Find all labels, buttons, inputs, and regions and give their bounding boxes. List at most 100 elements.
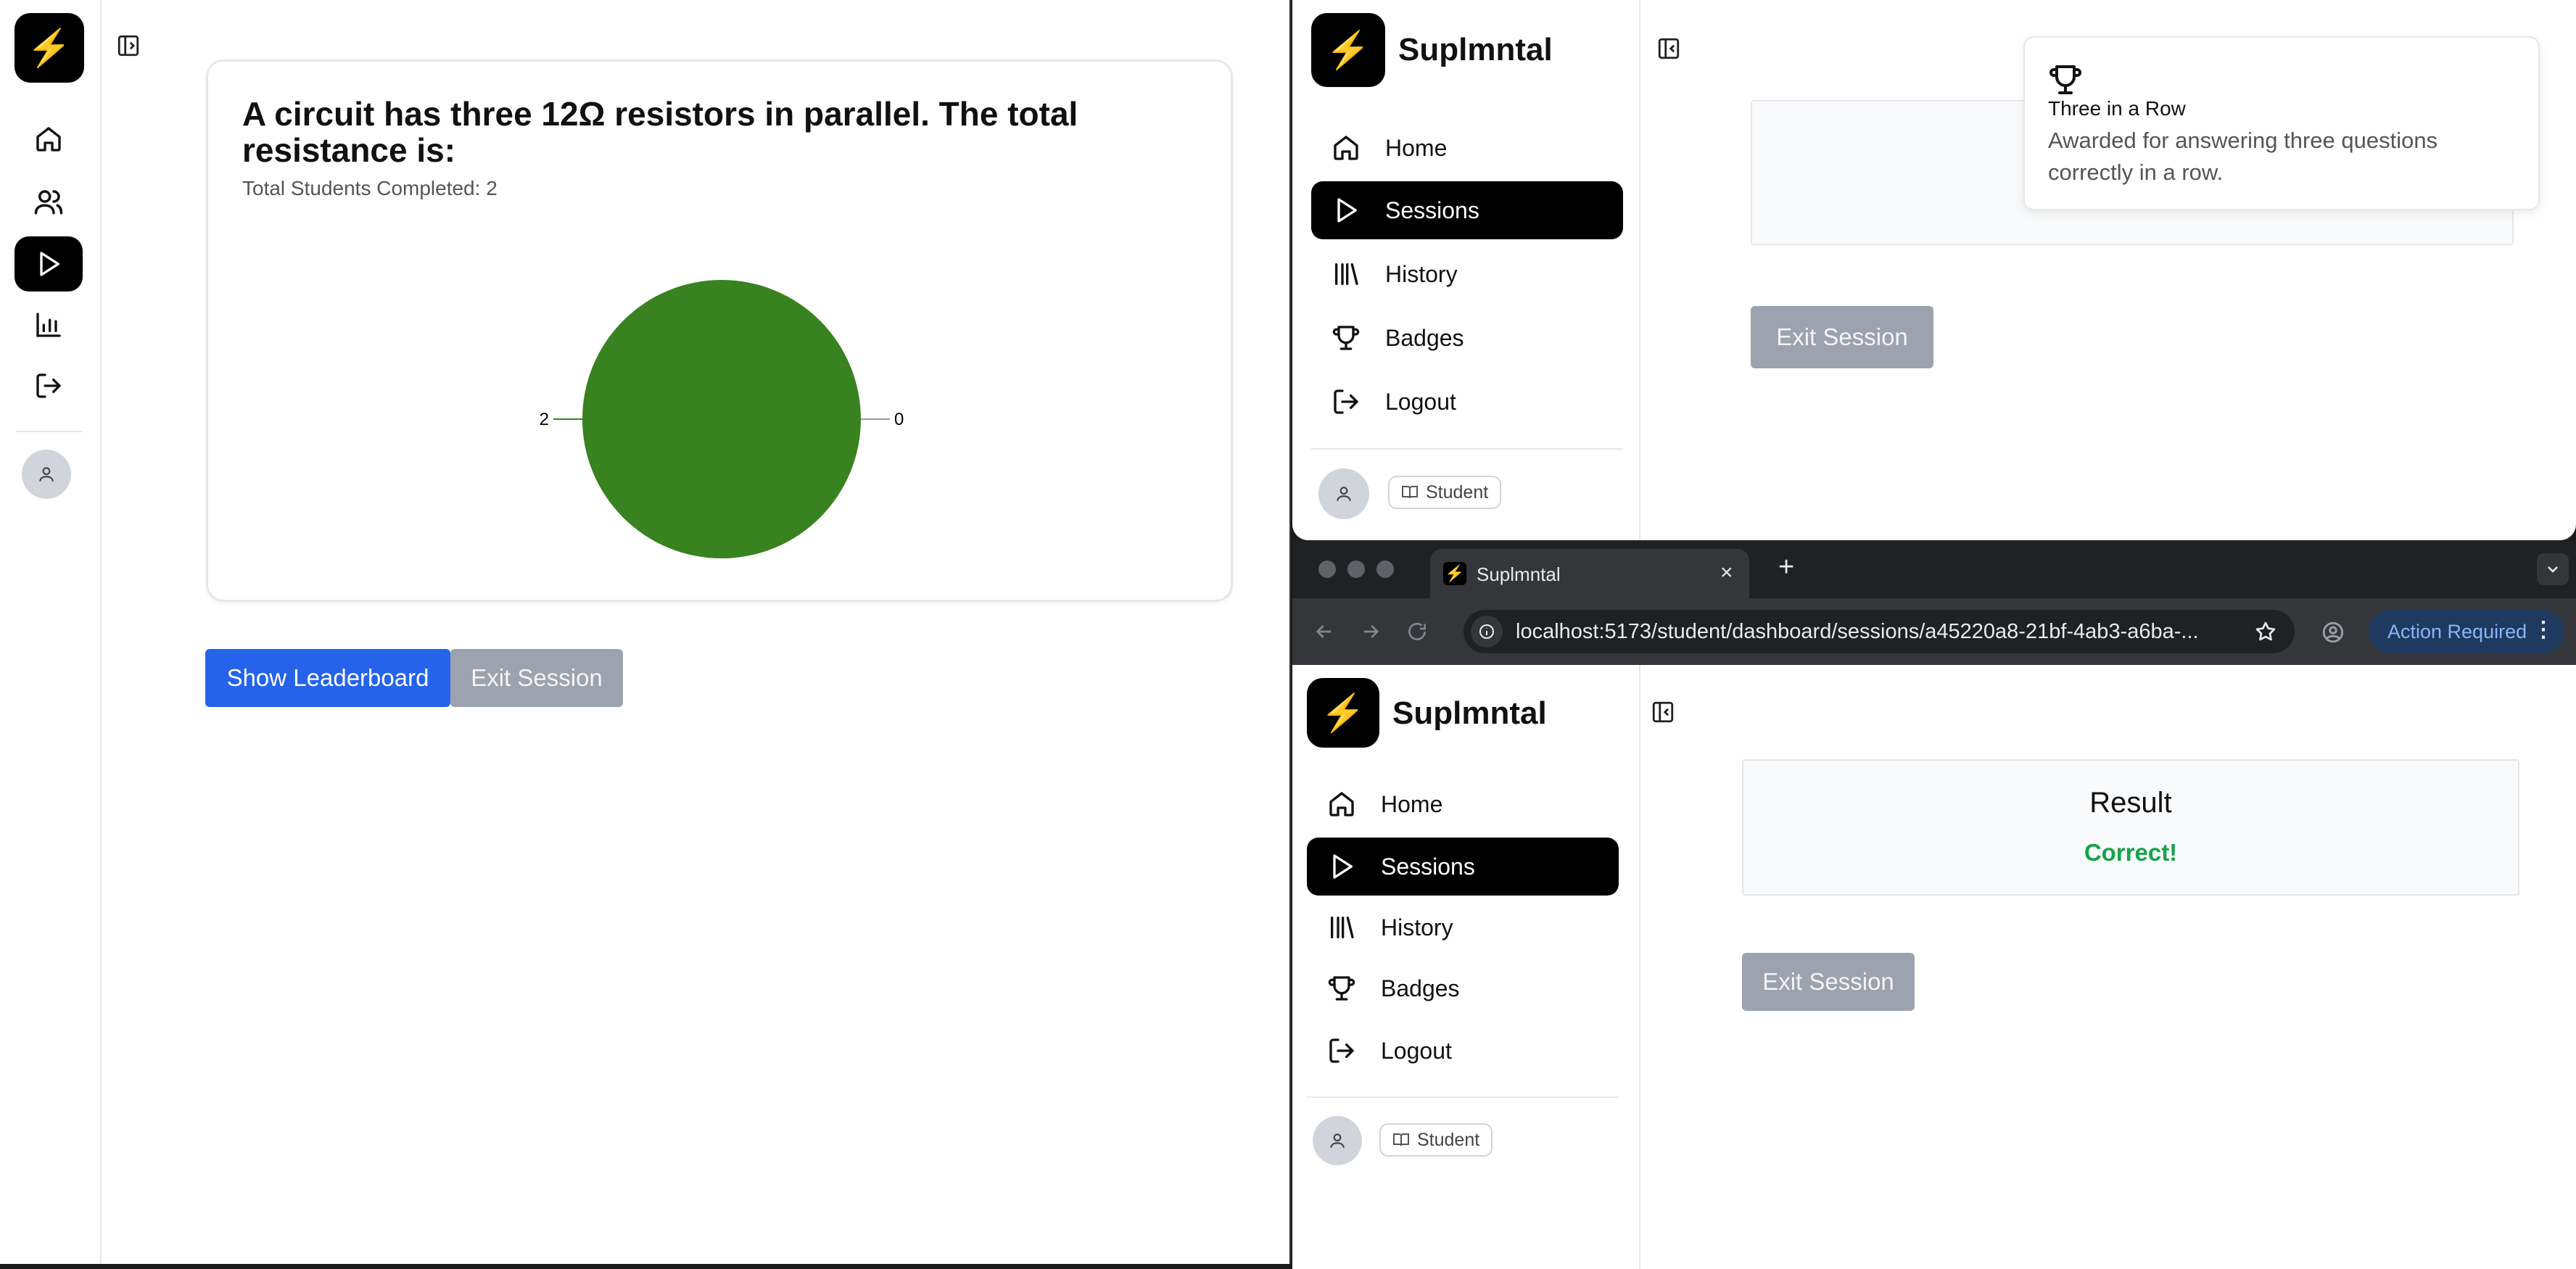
reload-button[interactable] (1405, 620, 1429, 643)
icon-rail: ⚡ (0, 0, 102, 1264)
back-button[interactable] (1313, 620, 1336, 643)
sidebar-item-label: Badges (1385, 324, 1464, 351)
browser-tab[interactable]: ⚡ Suplmntal × (1430, 549, 1749, 598)
sidebar-item-logout[interactable]: Logout (1311, 373, 1623, 431)
trophy-icon (1332, 326, 1360, 350)
browser-toolbar: localhost:5173/student/dashboard/session… (1292, 598, 2576, 665)
action-required-label: Action Required (2387, 620, 2527, 642)
home-icon (1334, 136, 1358, 160)
rail-analytics-button[interactable] (15, 297, 83, 352)
forward-button[interactable] (1359, 620, 1382, 643)
brand-name: Suplmntal (1398, 32, 1553, 67)
student-window-bottom: ⚡ Suplmntal Home Sessions History Badges… (1292, 665, 2576, 1269)
logout-icon (1329, 1038, 1354, 1063)
rail-logout-button[interactable] (15, 358, 83, 413)
pie-slice[interactable] (582, 280, 861, 558)
sidebar-toggle-button[interactable] (1656, 36, 1681, 61)
pie-label: 2 (540, 410, 549, 429)
badge-toast[interactable]: Three in a Row Awarded for answering thr… (2023, 36, 2540, 210)
avatar[interactable] (22, 450, 71, 499)
sidebar-item-label: Home (1385, 134, 1448, 161)
toast-description: Awarded for answering three questions co… (2048, 128, 2438, 185)
address-bar[interactable]: localhost:5173/student/dashboard/session… (1464, 610, 2295, 653)
play-icon (40, 252, 60, 276)
tab-close-icon[interactable]: × (1720, 561, 1733, 585)
sidebar-item-label: Badges (1381, 975, 1460, 1001)
role-badge: Student (1379, 1123, 1493, 1157)
user-icon (1337, 487, 1351, 501)
window-close-dot[interactable] (1318, 561, 1336, 578)
home-icon (36, 127, 61, 152)
site-info-icon[interactable] (1471, 616, 1503, 648)
brand-name: Suplmntal (1392, 695, 1547, 731)
sidebar-item-sessions[interactable]: Sessions (1311, 181, 1623, 239)
reload-icon (1408, 622, 1426, 640)
action-required-button[interactable]: Action Required ⋮ (2369, 610, 2564, 653)
tab-search-button[interactable] (2537, 553, 2569, 585)
app-logo[interactable]: ⚡ (1307, 678, 1379, 748)
arrow-right-icon (1363, 625, 1379, 638)
sidebar-item-label: Logout (1385, 388, 1456, 415)
rail-students-button[interactable] (15, 174, 83, 229)
sidebar-item-label: Sessions (1385, 197, 1479, 223)
new-tab-icon[interactable]: + (1778, 552, 1794, 583)
favicon: ⚡ (1443, 562, 1466, 585)
play-icon (1333, 854, 1353, 879)
window-minimize-dot[interactable] (1347, 561, 1365, 578)
tab-title: Suplmntal (1477, 563, 1561, 585)
logout-icon (1334, 389, 1358, 414)
trophy-icon (1328, 976, 1355, 1001)
sidebar-item-badges[interactable]: Badges (1311, 309, 1623, 367)
book-icon (1393, 1133, 1409, 1146)
app-logo[interactable]: ⚡ (1311, 13, 1385, 87)
role-label: Student (1417, 1129, 1480, 1150)
role-label: Student (1426, 481, 1489, 503)
role-badge: Student (1388, 476, 1502, 509)
sidebar-item-sessions[interactable]: Sessions (1307, 838, 1619, 896)
sidebar-item-home[interactable]: Home (1311, 119, 1623, 177)
library-icon (1335, 263, 1358, 285)
book-icon (1402, 486, 1418, 499)
profile-icon[interactable] (2321, 620, 2345, 645)
rail-home-button[interactable] (15, 112, 83, 167)
kebab-menu-icon[interactable]: ⋮ (2532, 617, 2554, 642)
arrow-left-icon (1316, 625, 1332, 638)
sidebar: ⚡ Suplmntal Home Sessions History Badges… (1292, 665, 1640, 1269)
url-text: localhost:5173/student/dashboard/session… (1516, 620, 2199, 643)
sidebar-toggle-button[interactable] (1651, 700, 1675, 724)
rail-sessions-button[interactable] (15, 236, 83, 292)
panel-left-close-icon (1652, 701, 1674, 723)
exit-session-button[interactable]: Exit Session (1751, 306, 1933, 368)
sidebar-item-label: History (1381, 914, 1453, 941)
sidebar-item-history[interactable]: History (1307, 898, 1619, 956)
exit-session-button[interactable]: Exit Session (450, 649, 623, 707)
sidebar-item-label: Logout (1381, 1037, 1452, 1064)
sidebar-item-badges[interactable]: Badges (1307, 959, 1619, 1017)
window-zoom-dot[interactable] (1376, 561, 1394, 578)
lightning-icon: ⚡ (1325, 29, 1371, 70)
panel-left-open-icon (117, 35, 139, 57)
library-icon (1331, 917, 1354, 938)
sidebar-item-logout[interactable]: Logout (1307, 1022, 1619, 1080)
avatar[interactable] (1318, 468, 1369, 519)
question-text: A circuit has three 12Ω resistors in par… (242, 95, 1078, 169)
panel-left-close-icon (1658, 38, 1680, 59)
toast-title: Three in a Row (2048, 97, 2186, 120)
instructor-window: ⚡ A circuit has three 12Ω resistors in p… (0, 0, 1291, 1264)
result-status: Correct! (2084, 839, 2178, 866)
sidebar-divider (1311, 448, 1623, 450)
avatar[interactable] (1313, 1116, 1362, 1165)
home-icon (1329, 792, 1354, 817)
sidebar-toggle-button[interactable] (116, 33, 141, 58)
app-logo[interactable]: ⚡ (15, 13, 84, 83)
users-icon (34, 190, 63, 215)
bookmark-star-icon[interactable] (2254, 620, 2277, 643)
sidebar-item-home[interactable]: Home (1307, 775, 1619, 833)
show-leaderboard-button[interactable]: Show Leaderboard (205, 649, 450, 707)
pie-label: 0 (894, 410, 904, 429)
play-icon (1337, 198, 1357, 223)
sidebar-item-history[interactable]: History (1311, 245, 1623, 303)
exit-session-button[interactable]: Exit Session (1742, 953, 1915, 1011)
browser-tab-strip: ⚡ Suplmntal × + (1292, 540, 2576, 598)
logout-icon (36, 373, 61, 398)
